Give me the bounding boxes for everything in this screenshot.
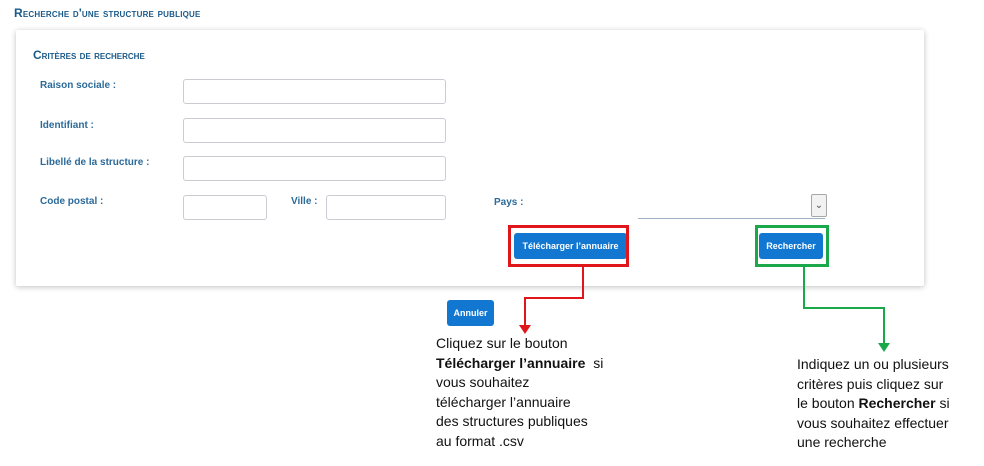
- rechercher-highlight-box: [755, 225, 829, 267]
- libelle-input[interactable]: [183, 156, 446, 181]
- raison-sociale-input[interactable]: [183, 79, 446, 104]
- raison-sociale-label: Raison sociale :: [40, 80, 117, 91]
- pays-dropdown-button[interactable]: ⌄: [811, 194, 827, 217]
- pays-select-underline[interactable]: [638, 218, 825, 219]
- annotation-telecharger: Cliquez sur le bouton Télécharger l’annu…: [436, 335, 604, 449]
- red-connector-horizontal: [524, 297, 584, 299]
- annuler-button[interactable]: Annuler: [447, 300, 494, 326]
- green-arrow-icon: [878, 343, 890, 352]
- identifiant-label: Identifiant :: [40, 120, 94, 131]
- chevron-down-icon: ⌄: [814, 200, 824, 211]
- telecharger-highlight-box: [508, 225, 629, 267]
- green-connector-horizontal: [803, 307, 885, 309]
- code-postal-input[interactable]: [183, 195, 267, 220]
- code-postal-label: Code postal :: [40, 196, 104, 207]
- ville-label: Ville :: [291, 196, 318, 207]
- red-arrow-icon: [519, 325, 531, 334]
- annotation-rechercher: Indiquez un ou plusieurs critères puis c…: [797, 356, 950, 450]
- green-connector-vertical: [803, 267, 805, 309]
- red-connector-down: [524, 297, 526, 327]
- section-title: Critères de recherche: [33, 48, 145, 62]
- page-title: Recherche d'une structure publique: [14, 6, 201, 20]
- pays-label: Pays :: [494, 197, 524, 208]
- identifiant-input[interactable]: [183, 118, 446, 143]
- green-connector-down: [883, 307, 885, 345]
- red-connector-vertical: [582, 267, 584, 299]
- ville-input[interactable]: [326, 195, 446, 220]
- libelle-label: Libellé de la structure :: [40, 157, 150, 168]
